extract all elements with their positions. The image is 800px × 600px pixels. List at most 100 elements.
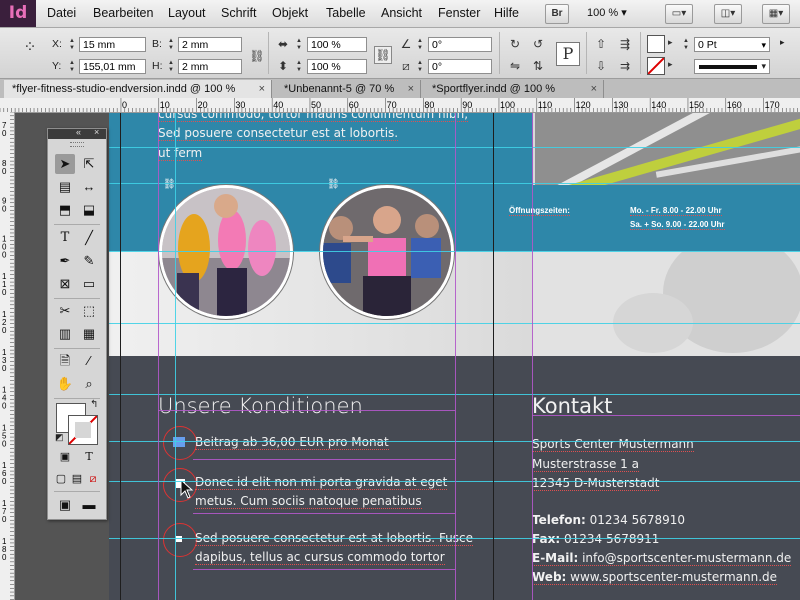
close-icon[interactable]: ×: [259, 80, 265, 98]
content-collector-icon[interactable]: ⬒: [55, 200, 75, 220]
arrange-documents-button[interactable]: ▦▾: [762, 4, 790, 24]
rotation-stepper[interactable]: ▲ ▼: [416, 38, 424, 53]
chevron-right-icon[interactable]: ▸: [780, 37, 785, 48]
reference-point-icon[interactable]: ⁘: [22, 40, 38, 56]
rotation-field[interactable]: 0°: [428, 37, 492, 52]
y-field[interactable]: 155,01 mm: [79, 59, 146, 74]
menu-objekt[interactable]: Objekt: [272, 0, 308, 27]
x-field[interactable]: 15 mm: [79, 37, 146, 52]
menu-hilfe[interactable]: Hilfe: [494, 0, 519, 27]
bullet-text[interactable]: Beitrag ab 36,00 EUR pro Monat: [195, 435, 389, 450]
hours-label[interactable]: Öffnungszeiten:: [509, 206, 570, 216]
line-tool-icon[interactable]: ╱: [79, 228, 99, 248]
bullet-text[interactable]: dapibus, tellus ac cursus commodo tortor: [195, 550, 445, 565]
fill-swatch[interactable]: [647, 35, 665, 53]
scale-x-field[interactable]: 100 %: [307, 37, 367, 52]
contact-line[interactable]: 12345 D-Musterstadt: [532, 476, 660, 491]
default-colors-icon[interactable]: ◩: [55, 432, 64, 443]
gradient-feather-tool-icon[interactable]: ▦: [79, 324, 99, 344]
close-icon[interactable]: ×: [94, 127, 99, 137]
hours-weekend[interactable]: Sa. + So. 9.00 - 22.00 Uhr: [630, 220, 725, 230]
apply-none-icon[interactable]: ⧄: [83, 469, 103, 489]
panel-titlebar[interactable]: « ×: [48, 127, 106, 139]
fitness-photo-circle-1[interactable]: [159, 185, 293, 319]
zoom-tool-icon[interactable]: ⌕: [79, 374, 99, 394]
grip-icon[interactable]: [70, 142, 84, 147]
rectangle-tool-icon[interactable]: ▭: [79, 274, 99, 294]
collapse-icon[interactable]: «: [76, 127, 81, 137]
select-content-icon[interactable]: ⇶: [617, 36, 633, 52]
zoom-select[interactable]: 100 % ▾: [587, 0, 627, 27]
rotate-cw-icon[interactable]: ↻: [507, 36, 523, 52]
bullet-text[interactable]: metus. Cum sociis natoque penatibus: [195, 494, 422, 509]
body-text[interactable]: ut ferm: [158, 146, 203, 161]
scale-x-stepper[interactable]: ▲ ▼: [295, 38, 303, 53]
scale-y-field[interactable]: 100 %: [307, 59, 367, 74]
scale-y-stepper[interactable]: ▲ ▼: [295, 60, 303, 75]
close-icon[interactable]: ×: [591, 80, 597, 98]
direct-selection-tool-icon[interactable]: ⇱: [79, 154, 99, 174]
eyedropper-tool-icon[interactable]: ⁄: [79, 351, 99, 371]
link-icon[interactable]: ⛓: [327, 179, 340, 190]
bridge-button[interactable]: Br: [545, 4, 569, 24]
swap-colors-icon[interactable]: ↰: [90, 399, 98, 410]
type-tool-icon[interactable]: T: [55, 228, 75, 248]
hours-weekday[interactable]: Mo. - Fr. 8.00 - 22.00 Uhr: [630, 206, 722, 216]
flip-vertical-icon[interactable]: ⇅: [530, 58, 546, 74]
select-container-icon[interactable]: ⇧: [593, 36, 609, 52]
fax-line[interactable]: Fax: 01234 5678911: [532, 532, 659, 546]
free-transform-tool-icon[interactable]: ⬚: [79, 301, 99, 321]
contact-line[interactable]: Sports Center Mustermann: [532, 437, 694, 452]
stroke-color-swatch[interactable]: [68, 415, 98, 445]
gap-tool-icon[interactable]: ↔: [79, 177, 99, 197]
link-scale-icon[interactable]: ⛓: [374, 46, 392, 64]
width-stepper[interactable]: ▲ ▼: [167, 38, 175, 53]
contact-line[interactable]: Musterstrasse 1 a: [532, 457, 639, 472]
stroke-weight-field[interactable]: 0 Pt ▾: [694, 37, 770, 52]
shear-stepper[interactable]: ▲ ▼: [416, 60, 424, 75]
conditions-heading[interactable]: Unsere Konditionen: [158, 394, 363, 418]
menu-fenster[interactable]: Fenster: [438, 0, 480, 27]
pencil-tool-icon[interactable]: ✎: [79, 251, 99, 271]
chevron-right-icon[interactable]: ▸: [668, 37, 673, 48]
menu-tabelle[interactable]: Tabelle: [326, 0, 366, 27]
gradient-swatch-tool-icon[interactable]: ▥: [55, 324, 75, 344]
flip-horizontal-icon[interactable]: ⇋: [507, 58, 523, 74]
formatting-text-icon[interactable]: T: [79, 447, 99, 467]
tab-flyer-fitness[interactable]: *flyer-fitness-studio-endversion.indd @ …: [4, 80, 272, 98]
body-text[interactable]: cursus commodo, tortor mauris condimentu…: [158, 113, 469, 122]
stroke-swatch[interactable]: [647, 57, 665, 75]
link-icon[interactable]: ⛓: [163, 179, 176, 190]
guide-line[interactable]: [175, 113, 176, 600]
tools-panel[interactable]: « × ➤ ⇱ ▤ ↔ ⬒ ⬓ T ╱ ✒ ✎ ⊠ ▭ ✂ ⬚ ▥ ▦ 🗎 ⁄ …: [47, 127, 107, 520]
height-field[interactable]: 2 mm: [178, 59, 242, 74]
tab-sportflyer[interactable]: *Sportflyer.indd @ 100 % ×: [424, 80, 604, 98]
menu-schrift[interactable]: Schrift: [221, 0, 256, 27]
email-line[interactable]: E-Mail: info@sportscenter-mustermann.de: [532, 551, 792, 566]
formatting-container-icon[interactable]: ▣: [55, 447, 75, 467]
menu-ansicht[interactable]: Ansicht: [381, 0, 422, 27]
stroke-type-select[interactable]: ▾: [694, 59, 770, 74]
vertical-ruler[interactable]: 708090100110120130140150160170180: [0, 112, 15, 600]
screen-mode-button[interactable]: ▭▾: [665, 4, 693, 24]
fitness-photo-circle-2[interactable]: [320, 185, 454, 319]
menu-layout[interactable]: Layout: [168, 0, 206, 27]
bullet-square[interactable]: [176, 536, 182, 542]
select-next-icon[interactable]: ⇉: [617, 58, 633, 74]
rectangle-frame-tool-icon[interactable]: ⊠: [55, 274, 75, 294]
web-line[interactable]: Web: www.sportscenter-mustermann.de: [532, 570, 778, 585]
y-stepper[interactable]: ▲ ▼: [68, 60, 76, 75]
note-tool-icon[interactable]: 🗎: [55, 351, 75, 371]
shear-field[interactable]: 0°: [428, 59, 492, 74]
body-text[interactable]: Sed posuere consectetur est at lobortis.: [158, 126, 399, 141]
stroke-weight-stepper[interactable]: ▲ ▼: [682, 38, 690, 53]
rotate-ccw-icon[interactable]: ↺: [530, 36, 546, 52]
preview-mode-icon[interactable]: ▬: [79, 495, 99, 515]
scissors-tool-icon[interactable]: ✂: [55, 301, 75, 321]
hand-tool-icon[interactable]: ✋: [55, 374, 75, 394]
chevron-right-icon[interactable]: ▸: [668, 59, 673, 70]
close-icon[interactable]: ×: [408, 80, 414, 98]
x-stepper[interactable]: ▲ ▼: [68, 38, 76, 53]
height-stepper[interactable]: ▲ ▼: [167, 60, 175, 75]
horizontal-ruler[interactable]: 0 10 20 30 40 50 60 70 80 90 100 110 120 130 140 150 160…: [0, 98, 800, 113]
